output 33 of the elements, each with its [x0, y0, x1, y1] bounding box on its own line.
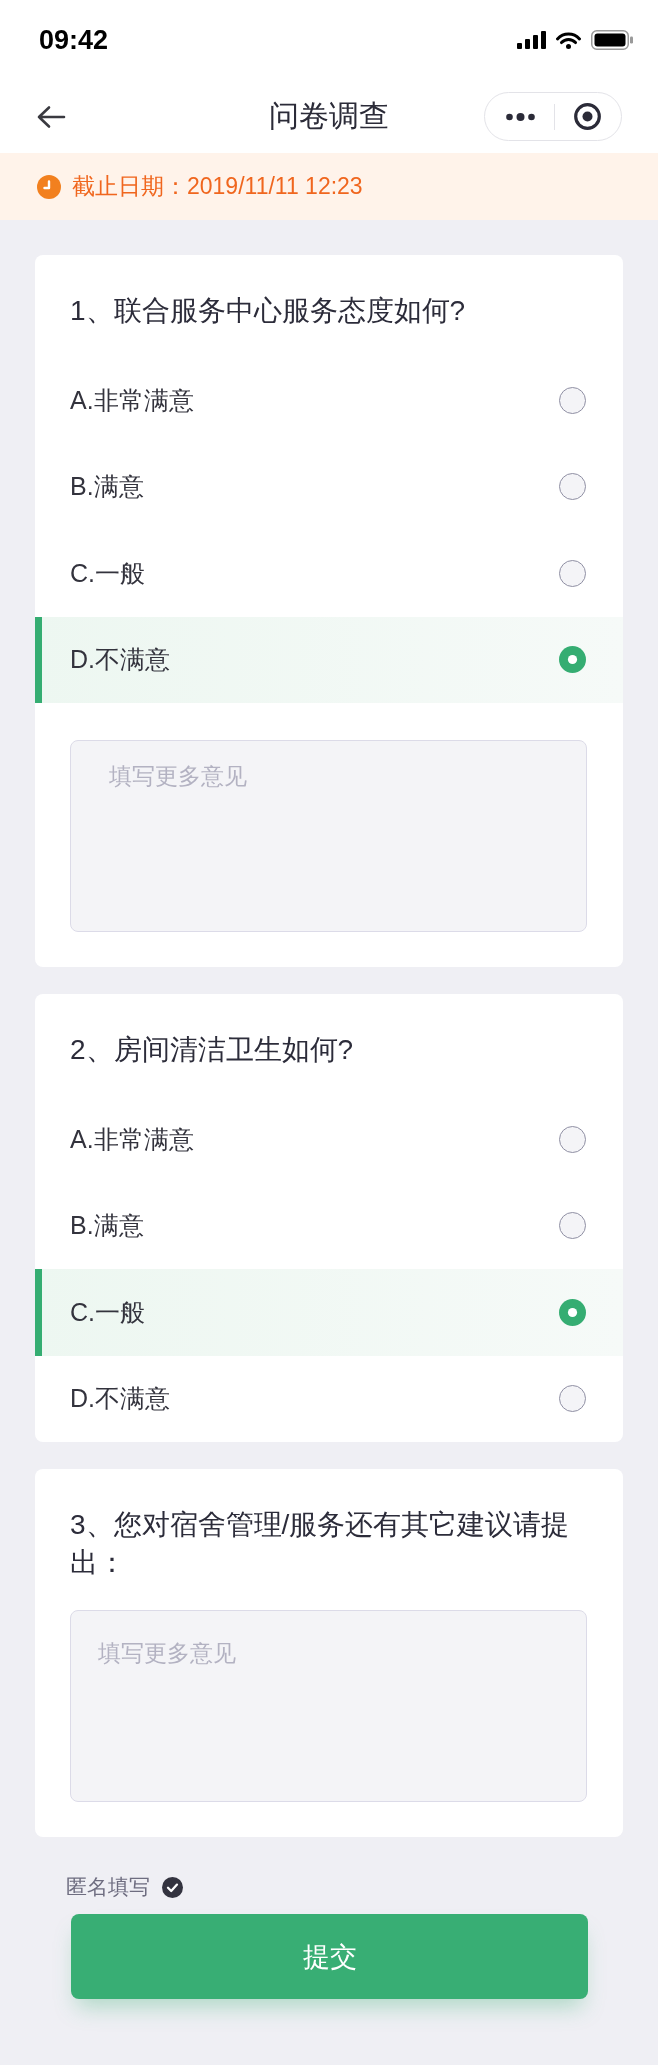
option-item[interactable]: A.非常满意 [35, 1096, 623, 1183]
option-item[interactable]: C.一般 [35, 1269, 623, 1356]
radio-icon[interactable] [559, 1125, 586, 1153]
anonymous-label: 匿名填写 [66, 1874, 150, 1900]
more-icon[interactable] [506, 112, 535, 121]
comment-field[interactable]: 填写更多意见 [70, 1610, 587, 1802]
question-title: 2、房间清洁卫生如何? [69, 1033, 355, 1067]
radio-icon[interactable] [559, 1212, 586, 1240]
radio-icon[interactable] [559, 1298, 586, 1326]
radio-icon[interactable] [559, 646, 586, 674]
option-item[interactable]: B.满意 [35, 1182, 623, 1269]
option-item[interactable]: A.非常满意 [35, 357, 623, 444]
clock-icon [37, 174, 61, 199]
check-icon[interactable] [162, 1876, 183, 1898]
radio-icon[interactable] [559, 386, 586, 414]
option-item[interactable]: D.不满意 [35, 1355, 623, 1442]
deadline-text: 截止日期：2019/11/11 12:23 [72, 172, 363, 201]
target-icon[interactable] [574, 103, 601, 130]
signal-icon [517, 31, 546, 49]
question-title: 3、您对宿舍管理/服务还有其它建议请提出： [69, 1508, 571, 1580]
status-time: 09:42 [39, 24, 109, 56]
radio-icon[interactable] [559, 559, 586, 587]
page-title: 问卷调查 [269, 98, 389, 134]
option-item[interactable]: B.满意 [35, 443, 623, 530]
wifi-icon [556, 31, 581, 49]
comment-field[interactable]: 填写更多意见 [70, 740, 587, 932]
option-item[interactable]: C.一般 [35, 530, 623, 617]
back-icon[interactable] [36, 104, 66, 129]
option-item[interactable]: D.不满意 [35, 616, 623, 703]
radio-icon[interactable] [559, 1385, 586, 1413]
radio-icon[interactable] [559, 473, 586, 501]
question-title: 1、联合服务中心服务态度如何? [69, 294, 467, 328]
battery-icon [591, 30, 633, 50]
